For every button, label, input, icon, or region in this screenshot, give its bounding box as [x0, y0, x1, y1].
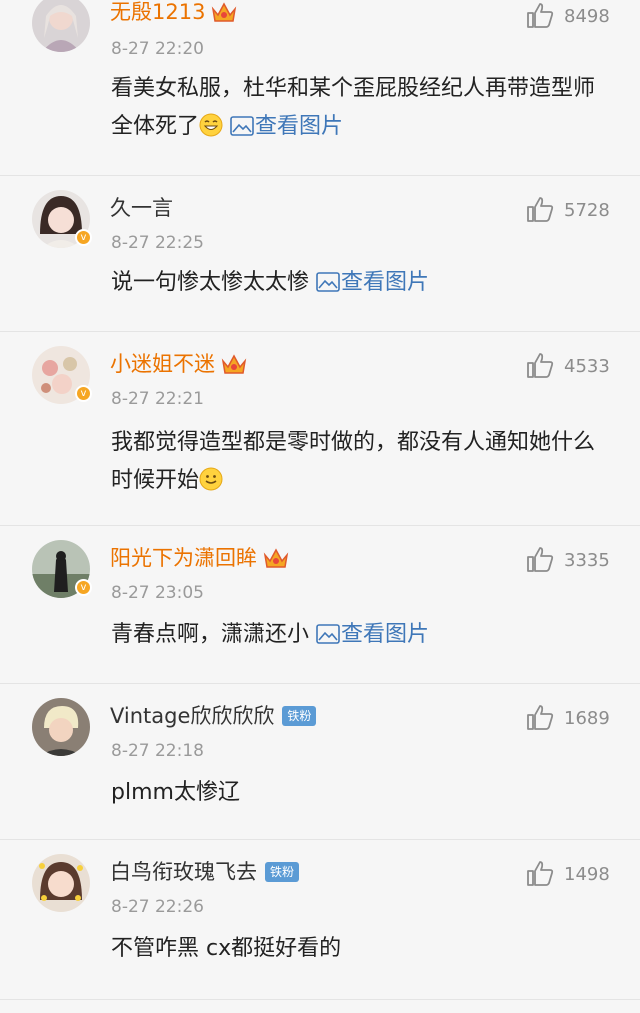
smile-emoji-icon — [199, 466, 223, 504]
avatar[interactable] — [32, 698, 90, 756]
vip-crown-icon — [221, 353, 247, 382]
vip-crown-icon — [263, 547, 289, 576]
thumbs-up-icon — [527, 705, 554, 730]
comment-text: 说一句惨太惨太太惨 查看图片 — [111, 264, 611, 305]
comment-body: 不管咋黑 cx都挺好看的 — [111, 936, 342, 961]
username[interactable]: 久一言 — [110, 194, 173, 222]
thumbs-up-icon — [527, 197, 554, 222]
like-count: 4533 — [564, 356, 610, 377]
comment-text: 看美女私服，杜华和某个歪屁股经纪人再带造型师全体死了 查看图片 — [111, 70, 611, 150]
username[interactable]: 小迷姐不迷 — [110, 350, 247, 382]
view-image-link[interactable]: 查看图片 — [230, 114, 343, 139]
image-icon — [316, 619, 340, 657]
comment-body: 看美女私服，杜华和某个歪屁股经纪人再带造型师全体死了 — [111, 76, 596, 139]
comment-body: 青春点啊，潇潇还小 — [111, 622, 310, 647]
thumbs-up-icon — [527, 861, 554, 886]
username-text[interactable]: 无殷1213 — [110, 0, 205, 24]
comment-time: 8-27 22:20 — [111, 39, 204, 59]
fan-badge: 铁粉 — [282, 706, 317, 726]
like-count: 3335 — [564, 550, 610, 571]
comment-text: plmm太惨辽 — [111, 774, 611, 812]
view-image-label[interactable]: 查看图片 — [341, 270, 429, 295]
like-button[interactable]: 5728 — [526, 196, 610, 222]
comment-body: plmm太惨辽 — [111, 780, 240, 805]
avatar[interactable] — [32, 854, 90, 912]
grin-emoji-icon — [199, 112, 223, 150]
like-count: 1689 — [564, 708, 610, 729]
verified-badge-icon: v — [75, 385, 92, 402]
comment-body: 说一句惨太惨太太惨 — [111, 270, 310, 295]
username-text[interactable]: Vintage欣欣欣欣 — [110, 704, 274, 728]
verified-badge-icon: v — [75, 579, 92, 596]
comment-item: v 久一言 8-27 22:25 说一句惨太惨太太惨 查看图片 5728 — [0, 176, 640, 332]
comment-item: v 阳光下为潇回眸 8-27 23:05 青春点啊，潇潇还小 查看图片 3335 — [0, 526, 640, 684]
avatar[interactable]: v — [32, 190, 92, 248]
view-image-link[interactable]: 查看图片 — [316, 270, 429, 295]
comment-text: 我都觉得造型都是零时做的，都没有人通知她什么时候开始 — [111, 424, 611, 504]
comment-time: 8-27 22:26 — [111, 897, 204, 917]
comment-time: 8-27 22:21 — [111, 389, 204, 409]
comment-time: 8-27 22:25 — [111, 233, 204, 253]
image-icon — [230, 111, 254, 149]
username-text[interactable]: 小迷姐不迷 — [110, 352, 215, 376]
view-image-label[interactable]: 查看图片 — [341, 622, 429, 647]
username[interactable]: 阳光下为潇回眸 — [110, 544, 289, 576]
like-button[interactable]: 8498 — [526, 2, 610, 28]
like-button[interactable]: 4533 — [526, 352, 610, 378]
verified-badge-icon: v — [75, 229, 92, 246]
like-count: 1498 — [564, 864, 610, 885]
view-image-label[interactable]: 查看图片 — [255, 114, 343, 139]
comment-time: 8-27 22:18 — [111, 741, 204, 761]
comment-text: 青春点啊，潇潇还小 查看图片 — [111, 616, 611, 657]
username[interactable]: Vintage欣欣欣欣 铁粉 — [110, 702, 317, 730]
thumbs-up-icon — [527, 353, 554, 378]
view-image-link[interactable]: 查看图片 — [316, 622, 429, 647]
comment-item: 无殷1213 8-27 22:20 看美女私服，杜华和某个歪屁股经纪人再带造型师… — [0, 0, 640, 176]
comment-time: 8-27 23:05 — [111, 583, 204, 603]
avatar[interactable] — [32, 0, 90, 52]
avatar[interactable]: v — [32, 540, 92, 598]
comment-item: v 小迷姐不迷 8-27 22:21 我都觉得造型都是零时做的，都没有人通知她什… — [0, 332, 640, 526]
fan-badge: 铁粉 — [265, 862, 300, 882]
like-count: 5728 — [564, 200, 610, 221]
username[interactable]: 白鸟衔玫瑰飞去 铁粉 — [110, 858, 300, 886]
username[interactable]: 无殷1213 — [110, 0, 237, 30]
like-button[interactable]: 1689 — [526, 704, 610, 730]
like-count: 8498 — [564, 6, 610, 27]
username-text[interactable]: 阳光下为潇回眸 — [110, 546, 257, 570]
comment-item: 白鸟衔玫瑰飞去 铁粉 8-27 22:26 不管咋黑 cx都挺好看的 1498 — [0, 840, 640, 1000]
thumbs-up-icon — [527, 3, 554, 28]
username-text[interactable]: 白鸟衔玫瑰飞去 — [110, 860, 257, 884]
thumbs-up-icon — [527, 547, 554, 572]
like-button[interactable]: 1498 — [526, 860, 610, 886]
comment-text: 不管咋黑 cx都挺好看的 — [111, 930, 611, 968]
image-icon — [316, 267, 340, 305]
avatar[interactable]: v — [32, 346, 92, 404]
vip-crown-icon — [211, 1, 237, 30]
comment-item: Vintage欣欣欣欣 铁粉 8-27 22:18 plmm太惨辽 1689 — [0, 684, 640, 840]
comment-body: 我都觉得造型都是零时做的，都没有人通知她什么时候开始 — [111, 430, 596, 493]
like-button[interactable]: 3335 — [526, 546, 610, 572]
